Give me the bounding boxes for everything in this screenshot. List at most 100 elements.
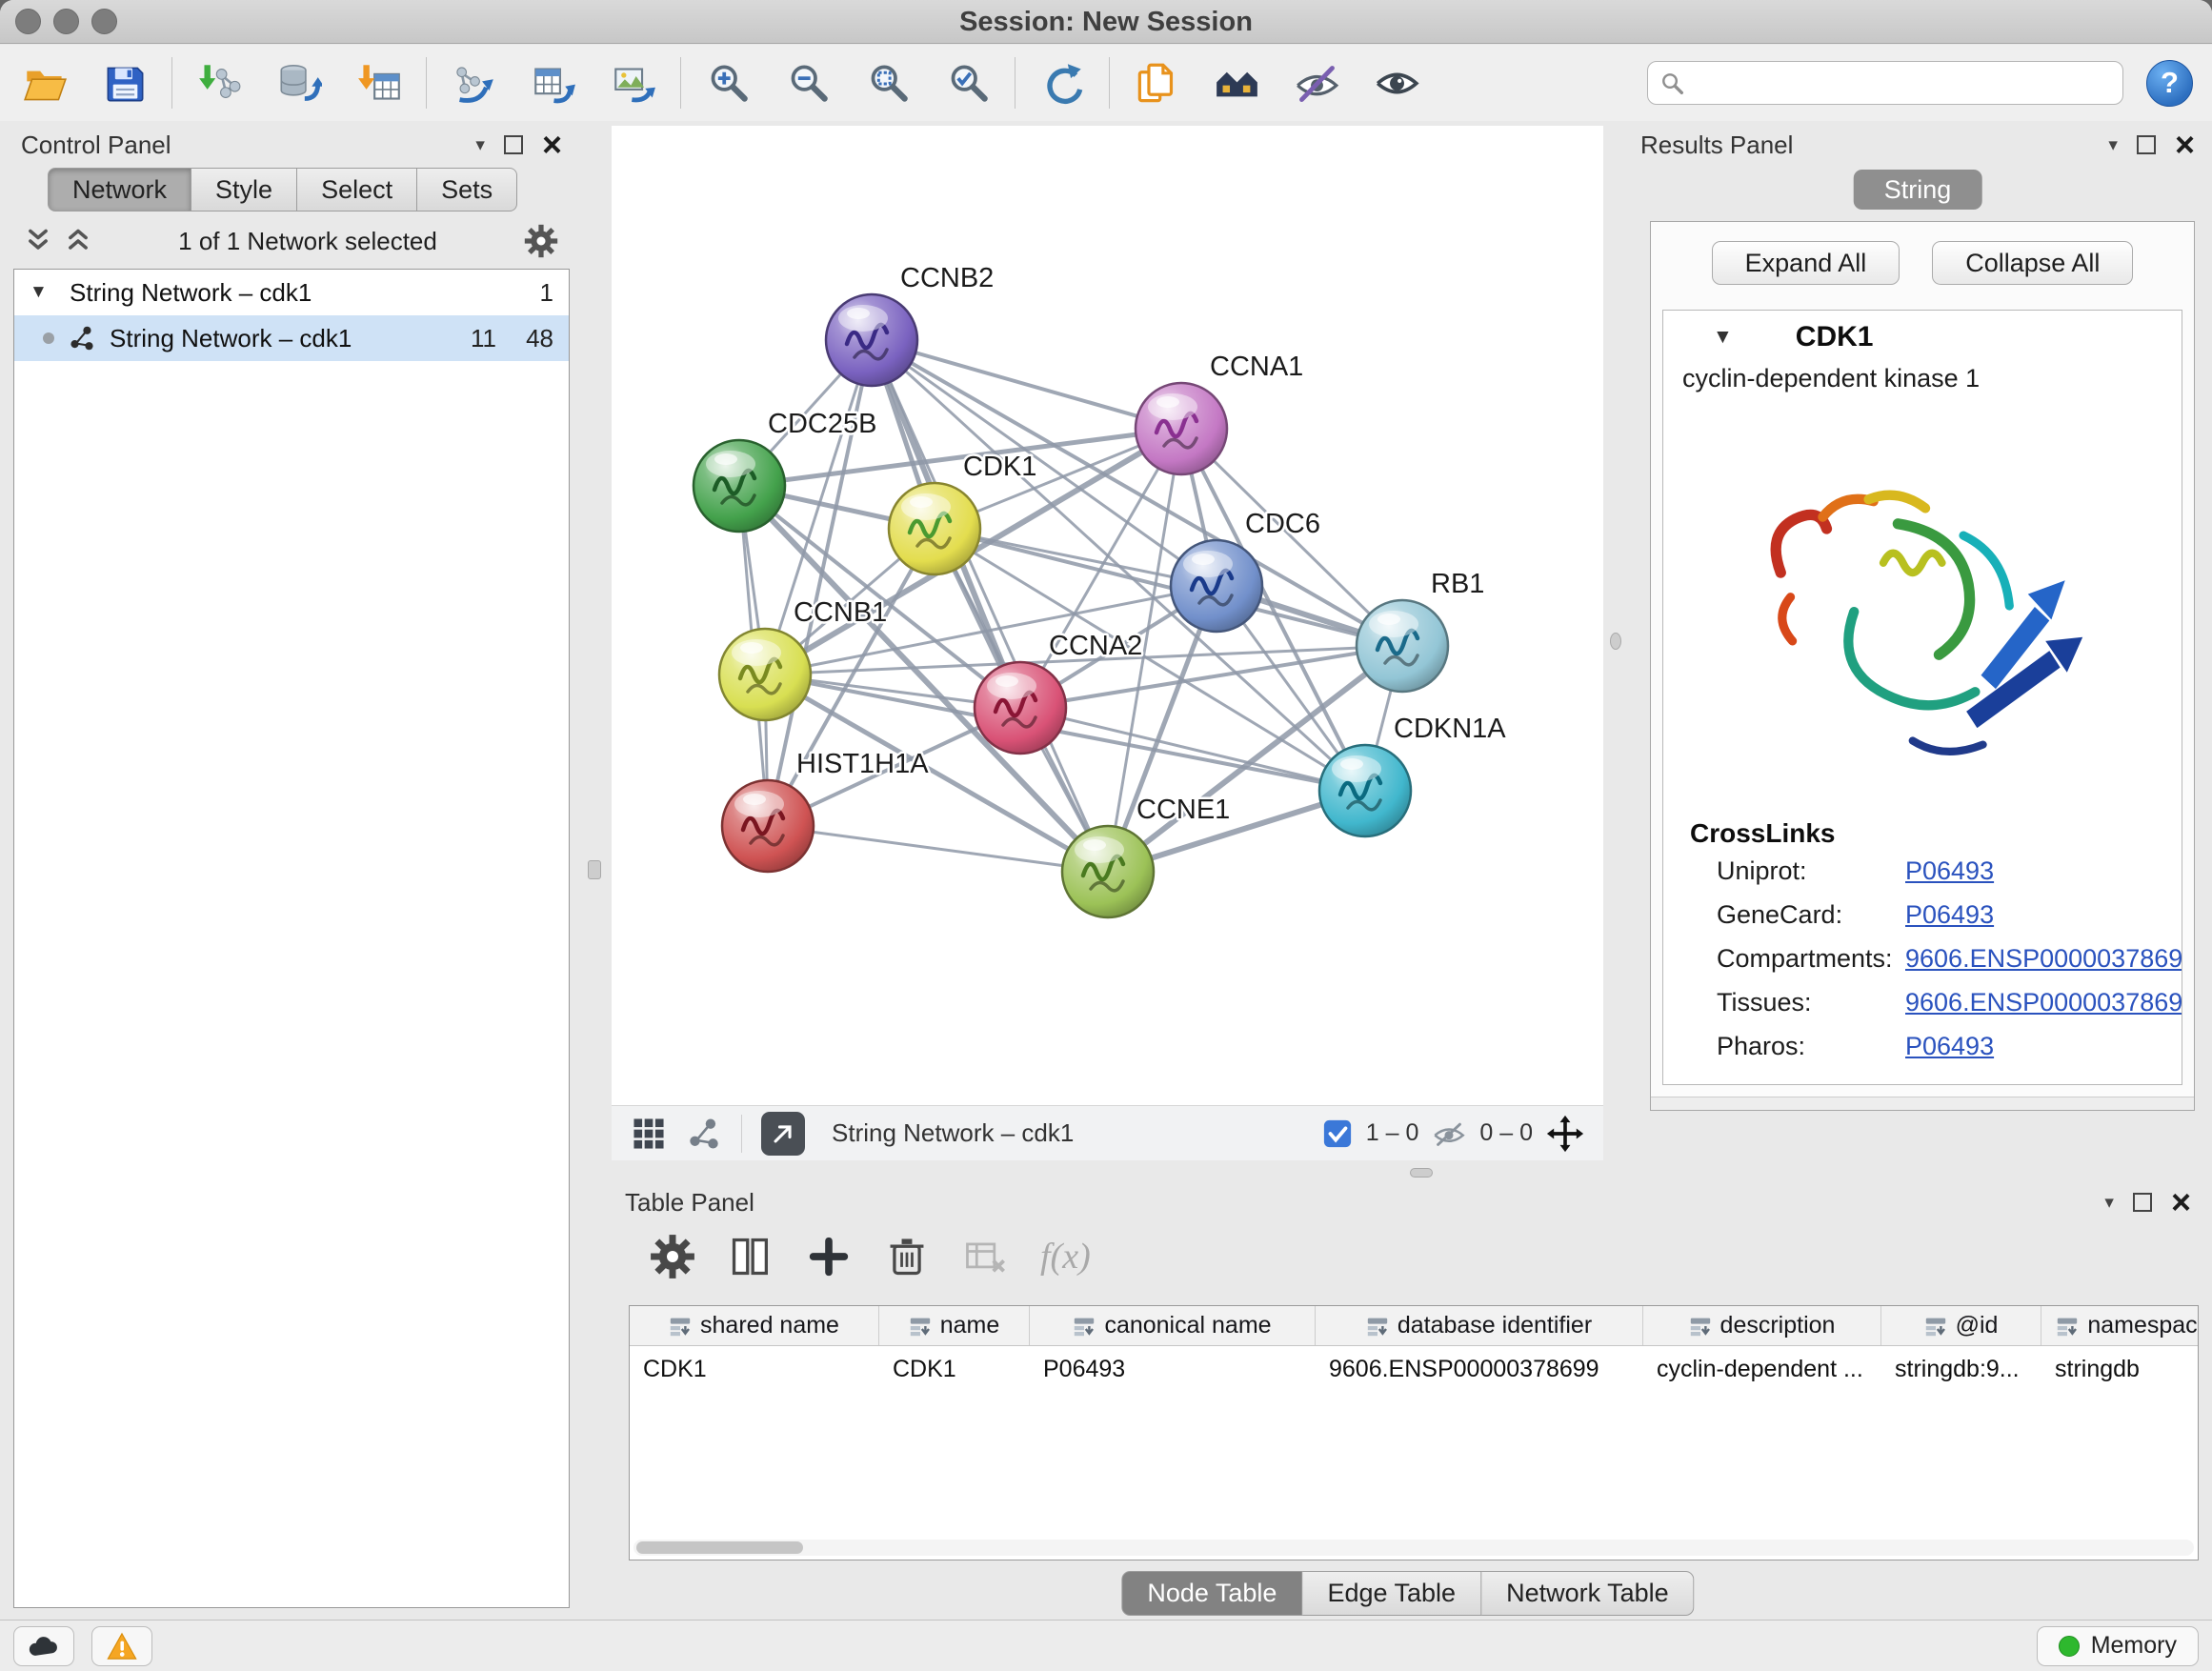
apply-layout-button[interactable] bbox=[1036, 53, 1088, 112]
zoom-fit-button[interactable] bbox=[862, 53, 914, 112]
table-cell[interactable]: CDK1 bbox=[630, 1346, 879, 1392]
network-edge[interactable] bbox=[768, 826, 1108, 872]
crosslink-link[interactable]: P06493 bbox=[1905, 1032, 1994, 1061]
network-canvas[interactable]: CCNB2CCNA1CDC25BCDK1CDC6RB1CCNB1CCNA2CDK… bbox=[612, 126, 1603, 1105]
network-node-ccna2[interactable] bbox=[975, 662, 1066, 754]
results-panel-float-icon[interactable] bbox=[2137, 135, 2156, 154]
hide-selected-button[interactable] bbox=[1291, 53, 1342, 112]
tab-string[interactable]: String bbox=[1854, 170, 1982, 210]
column-header-shared-name[interactable]: shared name bbox=[630, 1306, 879, 1345]
collapse-all-button[interactable]: Collapse All bbox=[1932, 241, 2133, 285]
export-table-button[interactable] bbox=[528, 53, 579, 112]
zoom-selected-button[interactable] bbox=[942, 53, 994, 112]
network-node-ccnb2[interactable] bbox=[826, 294, 917, 386]
crosslink-link[interactable]: 9606.ENSP00000378699 bbox=[1905, 988, 2182, 1017]
detach-view-button[interactable] bbox=[761, 1112, 805, 1156]
window-minimize-button[interactable] bbox=[53, 9, 79, 34]
table-hscroll-thumb[interactable] bbox=[636, 1541, 803, 1554]
column-header-namespac[interactable]: namespac bbox=[2041, 1306, 2199, 1345]
collapse-all-icon[interactable] bbox=[25, 228, 51, 254]
column-header-description[interactable]: description bbox=[1643, 1306, 1881, 1345]
column-header-canonical-name[interactable]: canonical name bbox=[1030, 1306, 1316, 1345]
import-table-button[interactable] bbox=[353, 53, 405, 112]
control-panel-close-icon[interactable]: × bbox=[542, 134, 562, 155]
results-panel-close-icon[interactable]: × bbox=[2175, 134, 2195, 155]
table-cell[interactable]: stringdb:9... bbox=[1881, 1346, 2041, 1392]
network-node-cdk1[interactable] bbox=[889, 483, 980, 574]
tab-style[interactable]: Style bbox=[191, 168, 297, 211]
birdseye-view-icon[interactable] bbox=[686, 1116, 722, 1152]
expand-all-icon[interactable] bbox=[65, 228, 91, 254]
network-row[interactable]: String Network – cdk1 11 48 bbox=[14, 315, 569, 361]
first-neighbors-button[interactable] bbox=[1211, 53, 1262, 112]
network-edge[interactable] bbox=[872, 340, 1108, 872]
crosslink-link[interactable]: P06493 bbox=[1905, 856, 1994, 886]
table-panel-close-icon[interactable]: × bbox=[2171, 1192, 2191, 1213]
network-node-hist1h1a[interactable] bbox=[722, 780, 814, 872]
zoom-in-button[interactable] bbox=[702, 53, 754, 112]
network-node-cdc6[interactable] bbox=[1171, 540, 1262, 632]
tab-sets[interactable]: Sets bbox=[417, 168, 517, 211]
table-hscrollbar[interactable] bbox=[633, 1540, 2194, 1556]
memory-button[interactable]: Memory bbox=[2037, 1626, 2199, 1666]
cloud-services-button[interactable] bbox=[13, 1626, 74, 1666]
table-panel-float-icon[interactable] bbox=[2133, 1193, 2152, 1212]
pan-move-icon[interactable] bbox=[1546, 1115, 1584, 1153]
network-collection-row[interactable]: ▼ String Network – cdk1 1 bbox=[14, 270, 569, 315]
import-network-file-button[interactable] bbox=[193, 53, 245, 112]
table-cell[interactable]: P06493 bbox=[1030, 1346, 1316, 1392]
search-input[interactable] bbox=[1695, 69, 2111, 98]
column-header--id[interactable]: @id bbox=[1881, 1306, 2041, 1345]
window-zoom-button[interactable] bbox=[91, 9, 117, 34]
duplicate-network-button[interactable] bbox=[1131, 53, 1182, 112]
right-splitter-handle[interactable] bbox=[1610, 633, 1621, 650]
network-node-rb1[interactable] bbox=[1357, 600, 1448, 692]
column-header-name[interactable]: name bbox=[879, 1306, 1030, 1345]
table-panel-menu-icon[interactable]: ▾ bbox=[2104, 1194, 2114, 1212]
table-cell[interactable]: CDK1 bbox=[879, 1346, 1030, 1392]
table-row[interactable]: CDK1CDK1P064939606.ENSP00000378699cyclin… bbox=[630, 1346, 2198, 1392]
add-column-icon[interactable] bbox=[806, 1234, 852, 1279]
network-options-gear-icon[interactable] bbox=[524, 224, 558, 258]
network-node-ccnb1[interactable] bbox=[719, 629, 811, 720]
crosslink-link[interactable]: 9606.ENSP00000378699 bbox=[1905, 944, 2182, 974]
delete-column-icon[interactable] bbox=[884, 1234, 930, 1279]
tab-network-table[interactable]: Network Table bbox=[1481, 1571, 1695, 1616]
column-header-database-identifier[interactable]: database identifier bbox=[1316, 1306, 1643, 1345]
control-panel-menu-icon[interactable]: ▾ bbox=[475, 136, 485, 154]
results-scrollbar[interactable] bbox=[1651, 1097, 2194, 1110]
network-node-ccne1[interactable] bbox=[1062, 826, 1154, 917]
show-all-button[interactable] bbox=[1371, 53, 1422, 112]
network-node-cdkn1a[interactable] bbox=[1319, 745, 1411, 836]
window-close-button[interactable] bbox=[15, 9, 41, 34]
save-session-button[interactable] bbox=[99, 53, 151, 112]
tab-select[interactable]: Select bbox=[297, 168, 417, 211]
entry-collapse-icon[interactable]: ▼ bbox=[1713, 326, 1733, 349]
selected-checkbox-icon[interactable] bbox=[1322, 1118, 1353, 1149]
import-network-database-button[interactable] bbox=[273, 53, 325, 112]
warnings-button[interactable] bbox=[91, 1626, 152, 1666]
export-network-button[interactable] bbox=[448, 53, 499, 112]
results-panel-menu-icon[interactable]: ▾ bbox=[2108, 136, 2118, 154]
help-button[interactable]: ? bbox=[2146, 60, 2193, 107]
tree-expand-icon[interactable]: ▼ bbox=[30, 282, 56, 303]
hidden-eye-icon[interactable] bbox=[1432, 1117, 1466, 1151]
network-node-cdc25b[interactable] bbox=[694, 440, 785, 532]
expand-all-button[interactable]: Expand All bbox=[1712, 241, 1900, 285]
export-image-button[interactable] bbox=[608, 53, 659, 112]
table-cell[interactable]: cyclin-dependent ... bbox=[1643, 1346, 1881, 1392]
table-options-gear-icon[interactable] bbox=[650, 1234, 695, 1279]
grid-view-icon[interactable] bbox=[631, 1116, 667, 1152]
network-node-ccna1[interactable] bbox=[1136, 383, 1227, 474]
zoom-out-button[interactable] bbox=[782, 53, 834, 112]
table-cell[interactable]: 9606.ENSP00000378699 bbox=[1316, 1346, 1643, 1392]
table-cell[interactable]: stringdb bbox=[2041, 1346, 2199, 1392]
left-splitter-handle[interactable] bbox=[588, 860, 601, 879]
crosslink-link[interactable]: P06493 bbox=[1905, 900, 1994, 930]
tab-edge-table[interactable]: Edge Table bbox=[1302, 1571, 1481, 1616]
network-graph[interactable]: CCNB2CCNA1CDC25BCDK1CDC6RB1CCNB1CCNA2CDK… bbox=[612, 126, 1603, 1105]
open-session-button[interactable] bbox=[19, 53, 70, 112]
tab-network[interactable]: Network bbox=[48, 168, 191, 211]
bottom-splitter-handle[interactable] bbox=[1410, 1168, 1433, 1178]
control-panel-float-icon[interactable] bbox=[504, 135, 523, 154]
